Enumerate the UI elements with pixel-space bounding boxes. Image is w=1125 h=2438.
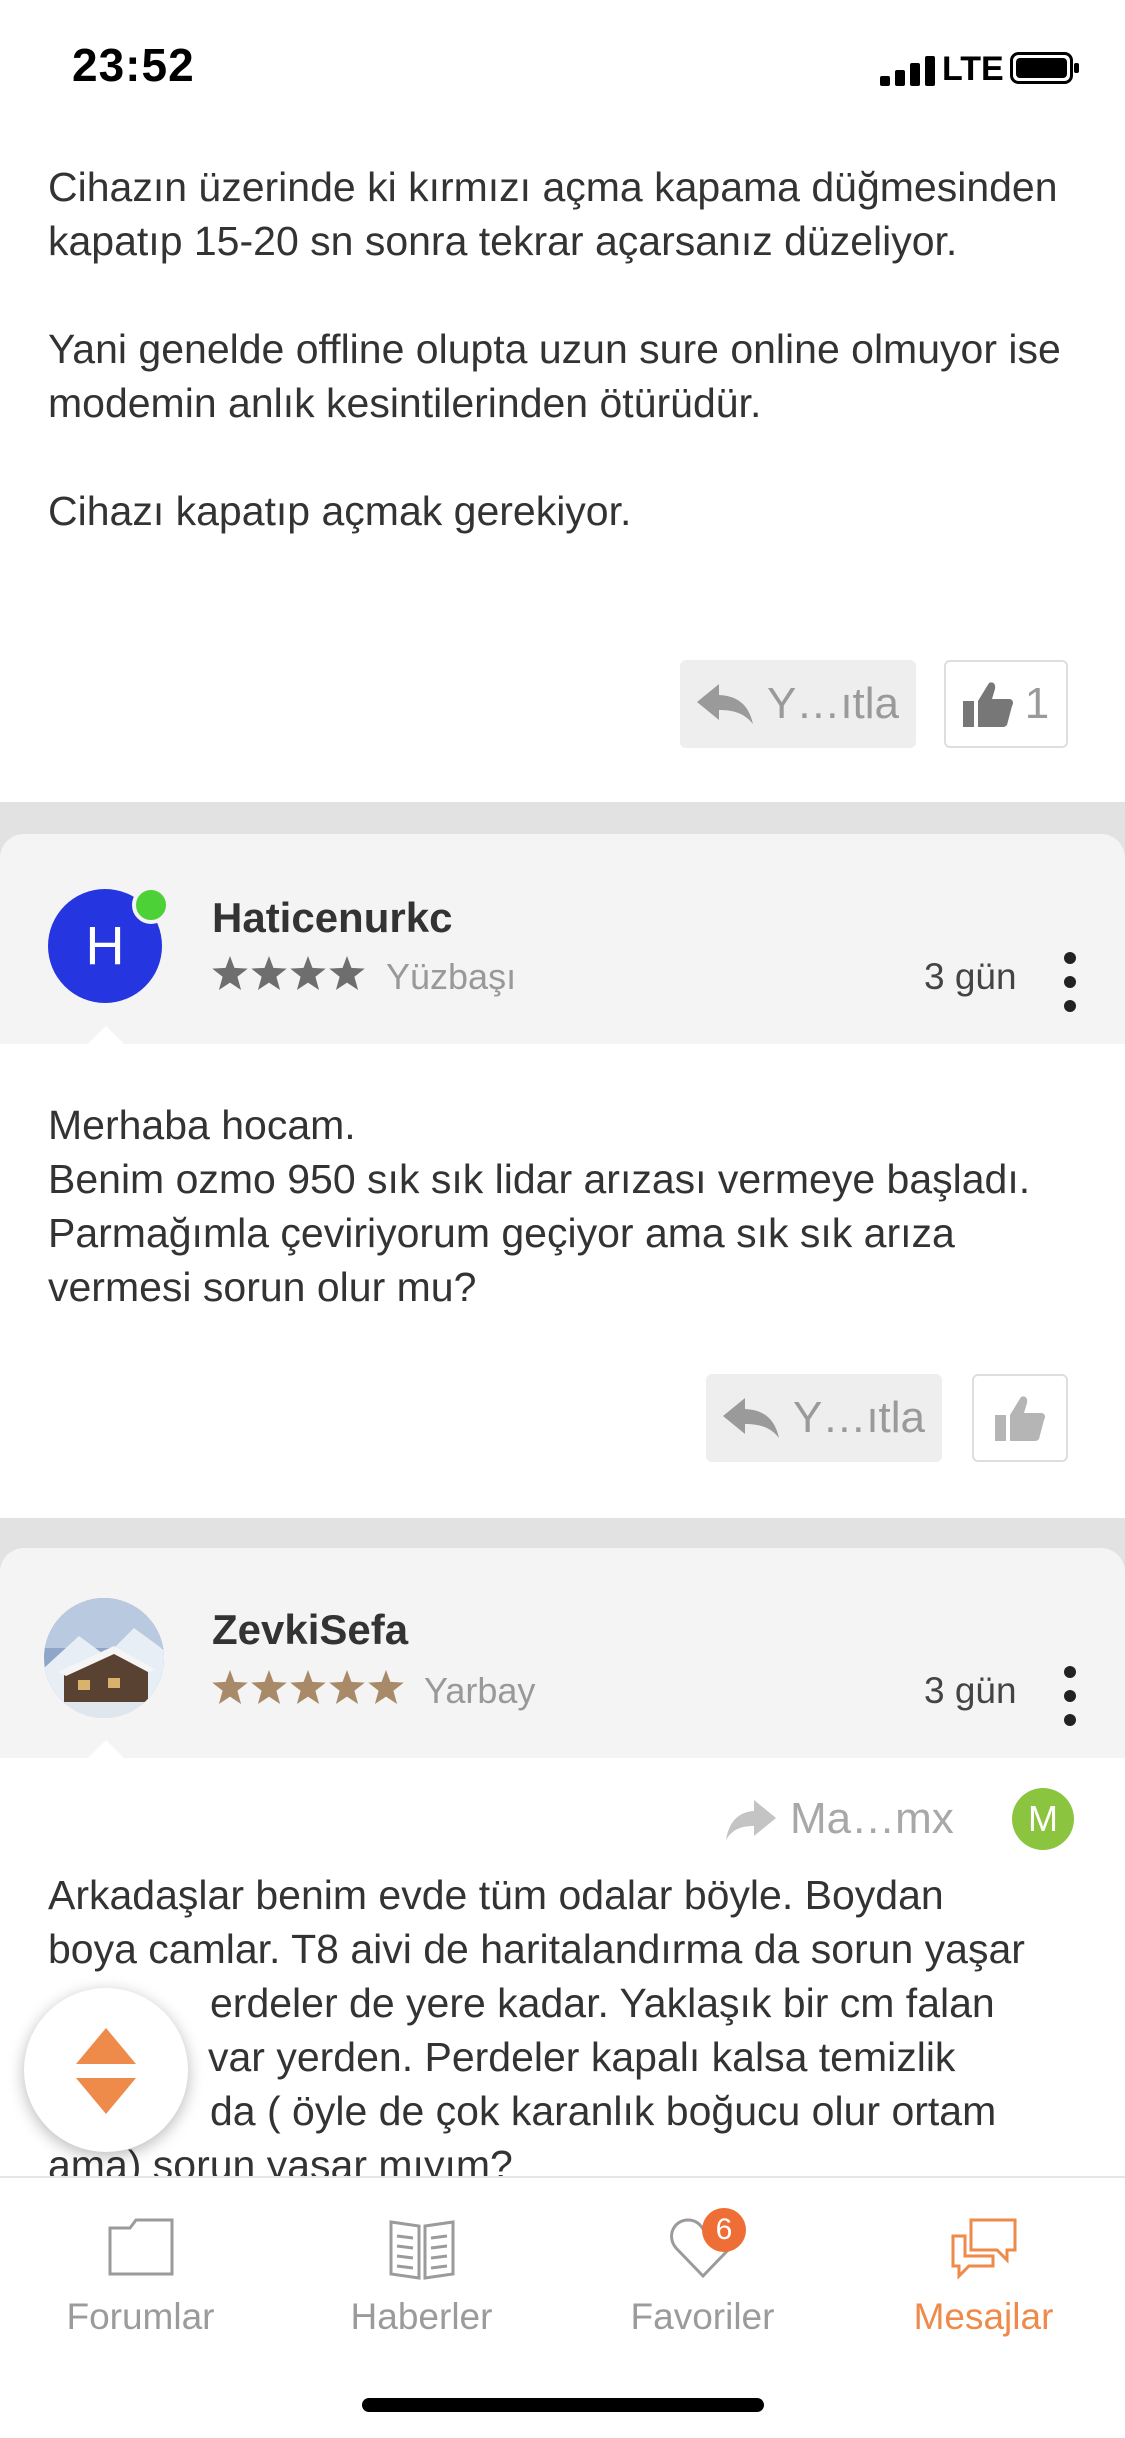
header-pointer bbox=[88, 1740, 124, 1758]
chat-bubbles-icon bbox=[951, 2218, 1016, 2280]
battery-icon bbox=[1010, 52, 1079, 84]
like-button[interactable]: 1 bbox=[944, 660, 1068, 748]
post-1: Cihazın üzerinde ki kırmızı açma kapama … bbox=[0, 132, 1125, 802]
star-icon bbox=[329, 1670, 365, 1704]
rank-stars bbox=[212, 1670, 404, 1704]
thumbs-up-icon bbox=[962, 682, 1013, 727]
reply-button[interactable]: Y…ıtla bbox=[680, 660, 916, 748]
rank-stars bbox=[212, 956, 365, 990]
folder-icon bbox=[108, 2218, 173, 2276]
post-3-text-line-1: Arkadaşlar benim evde tüm odalar böyle. … bbox=[48, 1872, 944, 1918]
newspaper-icon bbox=[389, 2220, 454, 2280]
more-options-icon[interactable] bbox=[1064, 952, 1076, 1012]
reply-button[interactable]: Y…ıtla bbox=[706, 1374, 942, 1462]
header-pointer bbox=[88, 1026, 124, 1044]
post-3-text-line-4: var yerden. Perdeler kapalı kalsa temizl… bbox=[208, 2034, 956, 2080]
tab-forumlar[interactable]: Forumlar bbox=[0, 2202, 281, 2362]
signal-icon bbox=[880, 56, 935, 86]
more-options-icon[interactable] bbox=[1064, 1666, 1076, 1726]
post-3-text-line-5: da ( öyle de çok karanlık boğucu olur or… bbox=[210, 2088, 997, 2134]
tab-label: Haberler bbox=[350, 2296, 493, 2337]
post-date: 3 gün bbox=[924, 1670, 1017, 1711]
tab-label: Favoriler bbox=[630, 2296, 775, 2337]
avatar[interactable] bbox=[44, 1598, 164, 1718]
tab-label: Forumlar bbox=[66, 2296, 215, 2337]
like-count: 1 bbox=[1024, 679, 1050, 728]
thumbs-up-icon bbox=[995, 1396, 1045, 1441]
user-rank: Yüzbaşı bbox=[386, 956, 517, 997]
post-3-text-line-2: boya camlar. T8 aivi de haritalandırma d… bbox=[48, 1926, 1025, 1972]
reply-label: Y…ıtla bbox=[766, 679, 900, 728]
star-icon bbox=[329, 956, 365, 990]
post-2-text: Merhaba hocam. Benim ozmo 950 sık sık li… bbox=[48, 1102, 1031, 1310]
star-icon bbox=[251, 956, 287, 990]
star-icon bbox=[368, 1670, 404, 1704]
scroll-up-down-button[interactable] bbox=[24, 1988, 188, 2152]
star-icon bbox=[290, 956, 326, 990]
forwarded-user-avatar[interactable]: M bbox=[1012, 1788, 1074, 1850]
tab-haberler[interactable]: Haberler bbox=[281, 2202, 562, 2362]
forwarded-to-user[interactable]: Ma…mx bbox=[790, 1794, 954, 1844]
favorites-count-badge: 6 bbox=[702, 2208, 746, 2252]
tab-mesajlar[interactable]: Mesajlar bbox=[843, 2202, 1124, 2362]
post-date: 3 gün bbox=[924, 956, 1017, 997]
reply-icon bbox=[722, 1398, 779, 1438]
up-down-arrows-icon bbox=[76, 2028, 136, 2114]
post-3-header: ZevkiSefa Yarbay 3 gün bbox=[0, 1548, 1125, 1758]
post-1-text: Cihazın üzerinde ki kırmızı açma kapama … bbox=[48, 164, 1061, 534]
star-icon bbox=[212, 1670, 248, 1704]
user-rank: Yarbay bbox=[424, 1670, 536, 1711]
forward-arrow-icon bbox=[726, 1800, 776, 1840]
post-3-text-line-6: ama) sorun yaşar mıyım? bbox=[48, 2142, 513, 2176]
username[interactable]: ZevkiSefa bbox=[212, 1606, 408, 1654]
like-button[interactable] bbox=[972, 1374, 1068, 1462]
status-time: 23:52 bbox=[72, 39, 195, 91]
star-icon bbox=[251, 1670, 287, 1704]
network-type: LTE bbox=[942, 50, 1004, 88]
online-status-indicator bbox=[132, 886, 170, 924]
tab-label: Mesajlar bbox=[913, 2296, 1054, 2337]
home-indicator[interactable] bbox=[362, 2398, 764, 2412]
status-bar: 23:52 LTE bbox=[0, 0, 1125, 133]
post-2-body: Merhaba hocam. Benim ozmo 950 sık sık li… bbox=[0, 1044, 1125, 1518]
tab-favoriler[interactable]: 6 Favoriler bbox=[562, 2202, 843, 2362]
post-3-text-line-3: erdeler de yere kadar. Yaklaşık bir cm f… bbox=[210, 1980, 995, 2026]
reply-label: Y…ıtla bbox=[792, 1393, 926, 1442]
avatar-photo bbox=[44, 1598, 164, 1718]
star-icon bbox=[290, 1670, 326, 1704]
username[interactable]: Haticenurkc bbox=[212, 894, 452, 942]
star-icon bbox=[212, 956, 248, 990]
post-2-header: H Haticenurkc Yüzbaşı 3 gün bbox=[0, 834, 1125, 1044]
reply-icon bbox=[696, 684, 753, 724]
